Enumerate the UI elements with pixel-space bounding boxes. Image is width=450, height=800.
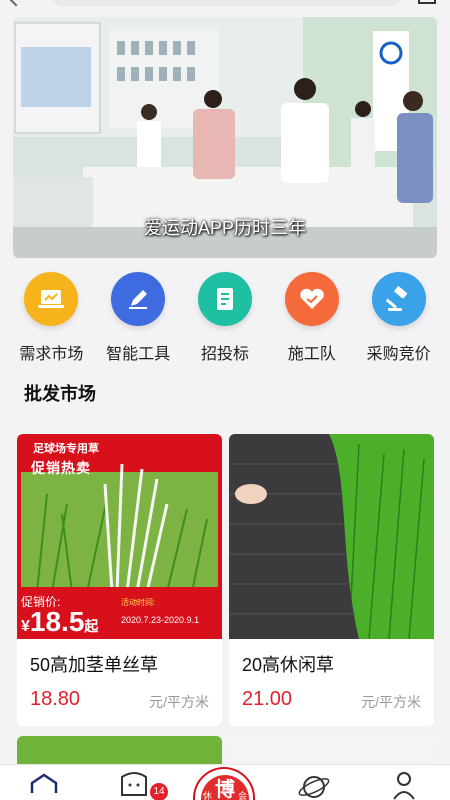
category-row: 需求市场 智能工具 招投标 施工队 采购竞价 [0,272,450,364]
tab-home[interactable] [14,765,74,800]
product-image [229,434,434,639]
auction-hammer-icon [371,272,426,326]
section-title: 批发市场 [24,384,96,404]
category-label: 采购竞价 [366,346,431,363]
expo-logo-icon: 休 博 会 [201,775,249,800]
category-smart-tools[interactable]: 智能工具 [96,272,180,364]
promo-price-bar: 促销价: ¥18.5起 活动时间: 2020.7.23-2020.9.1 [17,587,222,639]
category-label: 招投标 [200,346,249,363]
laptop-icon [24,272,79,326]
category-construction-team[interactable]: 施工队 [270,272,354,364]
document-icon [197,272,252,326]
promo-date-label: 活动时间: [121,598,156,607]
search-input[interactable] [52,0,402,6]
tab-discover[interactable] [284,765,344,800]
category-procurement-bidding[interactable]: 采购竞价 [357,272,441,364]
handshake-icon [284,272,339,326]
category-demand-market[interactable]: 需求市场 [9,272,93,364]
home-icon [30,773,58,793]
promo-headline: 促销热卖 [31,460,91,476]
user-icon [393,772,415,800]
product-unit: 元/平方米 [361,694,421,710]
product-card[interactable]: 足球场专用草 促销热卖 促销价: ¥18.5起 活动时间: 2020.7.23-… [17,434,222,726]
category-label: 需求市场 [19,346,84,363]
planet-icon [298,776,330,798]
promo-banner[interactable]: 爱运动APP历时三年 [13,17,437,258]
tab-profile[interactable] [374,765,434,800]
pen-icon [111,272,166,326]
top-search-strip [0,0,450,14]
category-bidding[interactable]: 招投标 [183,272,267,364]
product-name: 20高休闲草 [242,655,335,675]
message-badge: 14 [150,783,168,800]
promo-tag: 足球场专用草 [29,440,103,456]
promo-date-range: 2020.7.23-2020.9.1 [121,615,200,625]
category-label: 施工队 [287,346,336,363]
product-image: 足球场专用草 促销热卖 促销价: ¥18.5起 活动时间: 2020.7.23-… [17,434,222,639]
product-name: 50高加茎单丝草 [30,655,159,675]
product-card[interactable]: 20高休闲草 21.00 元/平方米 [229,434,434,726]
promo-price: ¥18.5起 [21,606,99,637]
scan-icon[interactable] [418,0,436,4]
product-price: 21.00 [242,688,293,710]
product-unit: 元/平方米 [149,694,209,710]
back-arrow-icon[interactable] [7,0,25,7]
product-price: 18.80 [30,688,81,710]
banner-caption: 爱运动APP历时三年 [143,218,307,238]
category-label: 智能工具 [106,346,171,363]
